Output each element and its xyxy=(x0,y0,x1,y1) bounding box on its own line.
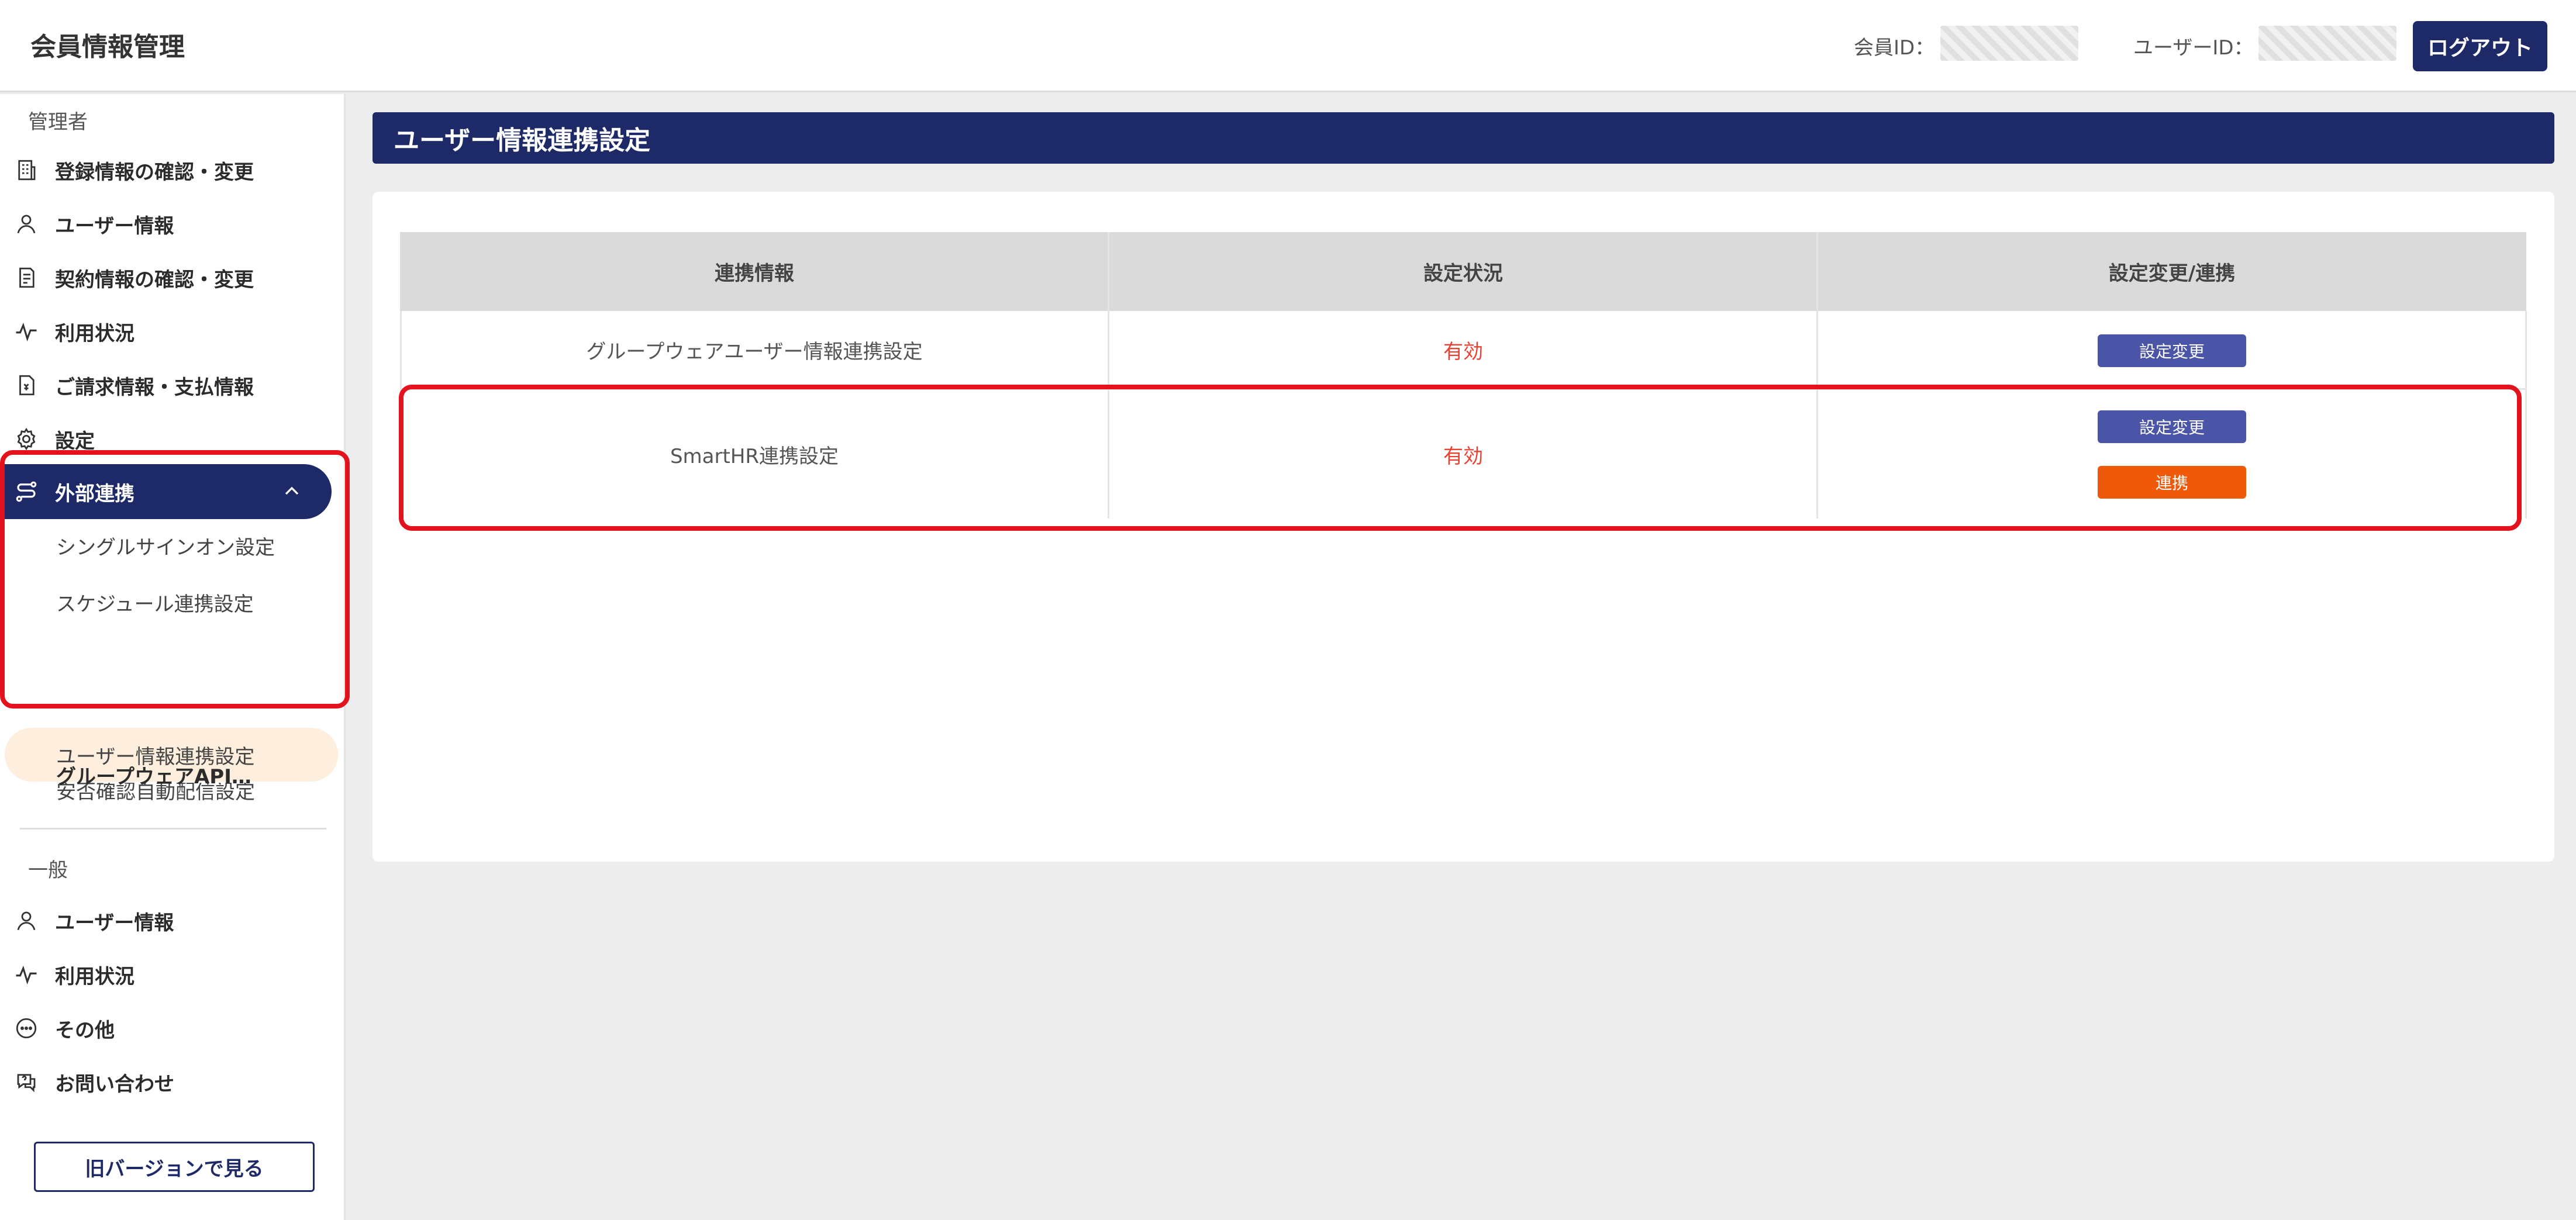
chevron-up-icon[interactable] xyxy=(280,479,304,503)
column-divider xyxy=(2525,311,2527,519)
app-title: 会員情報管理 xyxy=(30,32,185,62)
view-old-version-button[interactable]: 旧バージョンで見る xyxy=(34,1142,315,1192)
sidebar-item-contract[interactable]: 契約情報の確認・変更 xyxy=(0,254,333,301)
sidebar-item-registration[interactable]: 登録情報の確認・変更 xyxy=(0,147,333,193)
sidebar-item-label: ご請求情報・支払情報 xyxy=(55,375,254,399)
top-header: 会員情報管理 会員ID： ユーザーID： ログアウト xyxy=(0,0,2576,92)
sidebar-item-label: 登録情報の確認・変更 xyxy=(55,160,254,184)
page-title: ユーザー情報連携設定 xyxy=(373,112,2554,164)
sidebar-item-label: その他 xyxy=(55,1018,115,1042)
sidebar-sub-item-groupware-api-label[interactable]: グループウェアAPI… xyxy=(0,749,333,800)
user-id-label: ユーザーID： xyxy=(2133,36,2254,60)
sidebar-item-usage[interactable]: 利用状況 xyxy=(0,308,333,355)
member-id-label: 会員ID： xyxy=(1854,36,1935,60)
sidebar-item-external-integration[interactable]: 外部連携 xyxy=(0,464,332,519)
more-icon xyxy=(13,1015,40,1042)
table-header-action: 設定変更/連携 xyxy=(2108,262,2236,285)
sidebar-item-label: 利用状況 xyxy=(55,322,135,345)
integration-icon xyxy=(13,478,40,505)
sidebar-item-label: ユーザー情報 xyxy=(55,214,174,238)
sidebar-item-label: 外部連携 xyxy=(55,482,135,506)
activity-icon xyxy=(13,318,40,345)
sidebar-item-label: 契約情報の確認・変更 xyxy=(55,268,254,292)
section-label-admin: 管理者 xyxy=(28,110,88,134)
row-2-link-button[interactable]: 連携 xyxy=(2098,466,2246,499)
sidebar-item-contact[interactable]: お問い合わせ xyxy=(0,1059,333,1105)
user-icon xyxy=(13,907,40,934)
sidebar-item-other[interactable]: その他 xyxy=(0,1005,333,1052)
invoice-icon xyxy=(13,372,40,399)
document-icon xyxy=(13,264,40,291)
sidebar-item-user-info[interactable]: ユーザー情報 xyxy=(0,201,333,247)
table-row-1-status: 有効 xyxy=(1443,340,1483,364)
sidebar-item-label: 設定 xyxy=(55,429,95,453)
table-header-status: 設定状況 xyxy=(1423,262,1503,285)
sidebar-item-label: ユーザー情報 xyxy=(55,911,174,935)
chat-question-icon xyxy=(13,1069,40,1095)
gear-icon xyxy=(13,426,40,452)
table-row-2-status: 有効 xyxy=(1443,444,1483,468)
row-2-settings-change-button[interactable]: 設定変更 xyxy=(2098,410,2246,443)
user-icon xyxy=(13,210,40,237)
sidebar-sub-item-schedule[interactable]: スケジュール連携設定 xyxy=(0,577,333,627)
sidebar-item-label: 利用状況 xyxy=(55,965,135,989)
sidebar-item-billing[interactable]: ご請求情報・支払情報 xyxy=(0,362,333,409)
table-row-1-name: グループウェアユーザー情報連携設定 xyxy=(586,340,923,364)
table-header-integration: 連携情報 xyxy=(715,262,794,285)
row-1-settings-change-button[interactable]: 設定変更 xyxy=(2098,334,2246,367)
sidebar-item-general-user-info[interactable]: ユーザー情報 xyxy=(0,897,333,944)
sidebar-item-label: お問い合わせ xyxy=(55,1072,174,1096)
logout-button[interactable]: ログアウト xyxy=(2413,21,2547,71)
activity-icon xyxy=(13,961,40,988)
sidebar-item-settings[interactable]: 設定 xyxy=(0,416,333,462)
table-row-2-name: SmartHR連携設定 xyxy=(670,444,839,468)
user-id-value-redacted xyxy=(2258,26,2396,61)
sidebar-sub-item-sso[interactable]: シングルサインオン設定 xyxy=(0,520,333,571)
sidebar: 管理者 登録情報の確認・変更 ユーザー情報 契約情報の確認・変更 利用状況 ご請… xyxy=(0,94,346,1220)
section-label-general: 一般 xyxy=(28,859,68,882)
member-id-value-redacted xyxy=(1940,26,2078,61)
building-icon xyxy=(13,157,40,184)
sidebar-divider xyxy=(20,828,326,830)
sidebar-item-general-usage[interactable]: 利用状況 xyxy=(0,951,333,998)
